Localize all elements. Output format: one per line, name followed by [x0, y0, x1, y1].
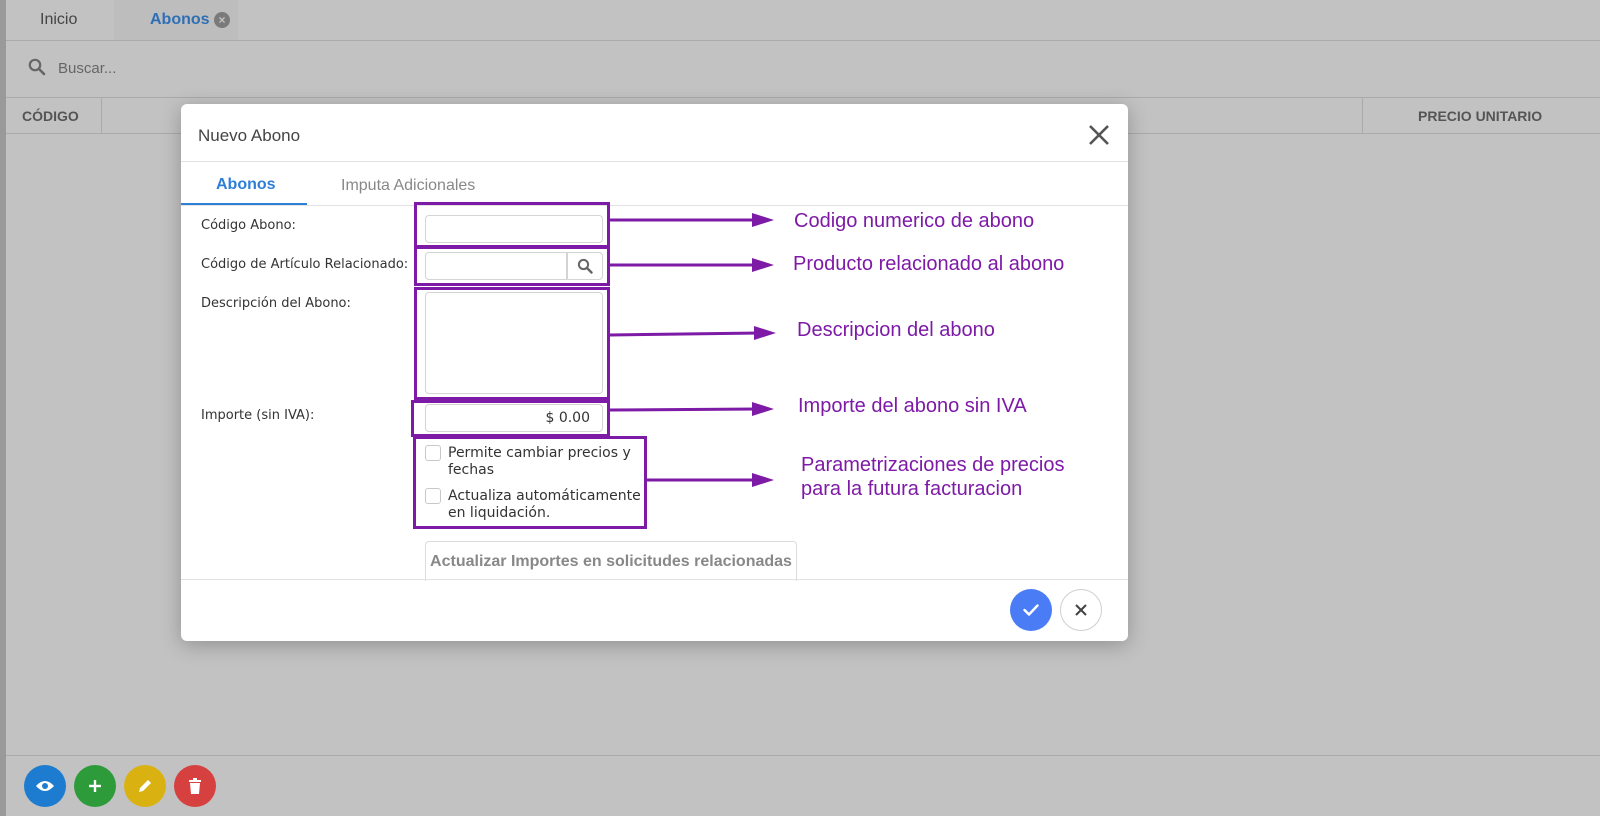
annotation-parametrizaciones-1: Parametrizaciones de precios — [801, 454, 1065, 476]
tab-imputa-adicionales[interactable]: Imputa Adicionales — [341, 177, 475, 195]
annotation-articulo: Producto relacionado al abono — [793, 253, 1065, 275]
search-bar[interactable]: Buscar... — [6, 41, 1600, 98]
cancel-button[interactable] — [1060, 589, 1102, 631]
delete-button[interactable] — [174, 765, 216, 807]
column-divider — [1362, 98, 1363, 134]
annotation-box-codigo — [414, 202, 610, 248]
annotation-box-importe — [411, 400, 610, 437]
annotation-parametrizaciones-2: para la futura facturacion — [801, 478, 1023, 500]
check-icon — [1023, 604, 1039, 616]
search-icon — [28, 58, 46, 81]
column-header-precio-unitario[interactable]: PRECIO UNITARIO — [1418, 108, 1542, 124]
column-divider — [101, 98, 102, 134]
add-button[interactable] — [74, 765, 116, 807]
tab-abonos-label: Abonos — [150, 11, 210, 28]
close-tab-icon[interactable]: × — [214, 12, 230, 28]
descripcion-label: Descripción del Abono: — [201, 296, 351, 311]
codigo-abono-label: Código Abono: — [201, 218, 296, 233]
pencil-icon — [139, 780, 151, 792]
edit-button[interactable] — [124, 765, 166, 807]
close-icon — [1075, 604, 1087, 616]
tab-inicio-label: Inicio — [40, 11, 78, 28]
annotation-box-articulo — [414, 246, 610, 286]
modal-title: Nuevo Abono — [198, 126, 301, 145]
modal-footer-divider — [181, 579, 1128, 580]
footer-divider — [6, 755, 1600, 756]
annotation-codigo: Codigo numerico de abono — [794, 210, 1035, 232]
modal-header-divider — [181, 161, 1128, 162]
tab-bar: Inicio Abonos × — [6, 0, 1600, 41]
importe-label: Importe (sin IVA): — [201, 408, 315, 423]
codigo-articulo-label: Código de Artículo Relacionado: — [201, 257, 409, 272]
nuevo-abono-modal: Nuevo Abono Abonos Imputa Adicionales Có… — [181, 104, 1128, 641]
tab-abonos[interactable]: Abonos × — [114, 0, 238, 40]
tab-inicio[interactable]: Inicio — [26, 0, 91, 40]
tab-abonos-modal[interactable]: Abonos — [216, 176, 276, 194]
plus-icon — [89, 780, 101, 792]
tabs-divider — [181, 205, 1128, 206]
view-button[interactable] — [24, 765, 66, 807]
annotation-box-parametrizaciones — [413, 436, 647, 529]
eye-icon — [36, 781, 54, 791]
confirm-button[interactable] — [1010, 589, 1052, 631]
close-icon[interactable] — [1086, 122, 1112, 148]
search-input[interactable]: Buscar... — [58, 60, 116, 77]
annotation-box-descripcion — [414, 287, 610, 400]
trash-icon — [189, 778, 201, 794]
column-header-codigo[interactable]: CÓDIGO — [22, 108, 79, 124]
annotation-descripcion: Descripcion del abono — [797, 319, 995, 341]
actualizar-importes-button[interactable]: Actualizar Importes en solicitudes relac… — [425, 541, 797, 581]
annotation-importe: Importe del abono sin IVA — [798, 395, 1027, 417]
